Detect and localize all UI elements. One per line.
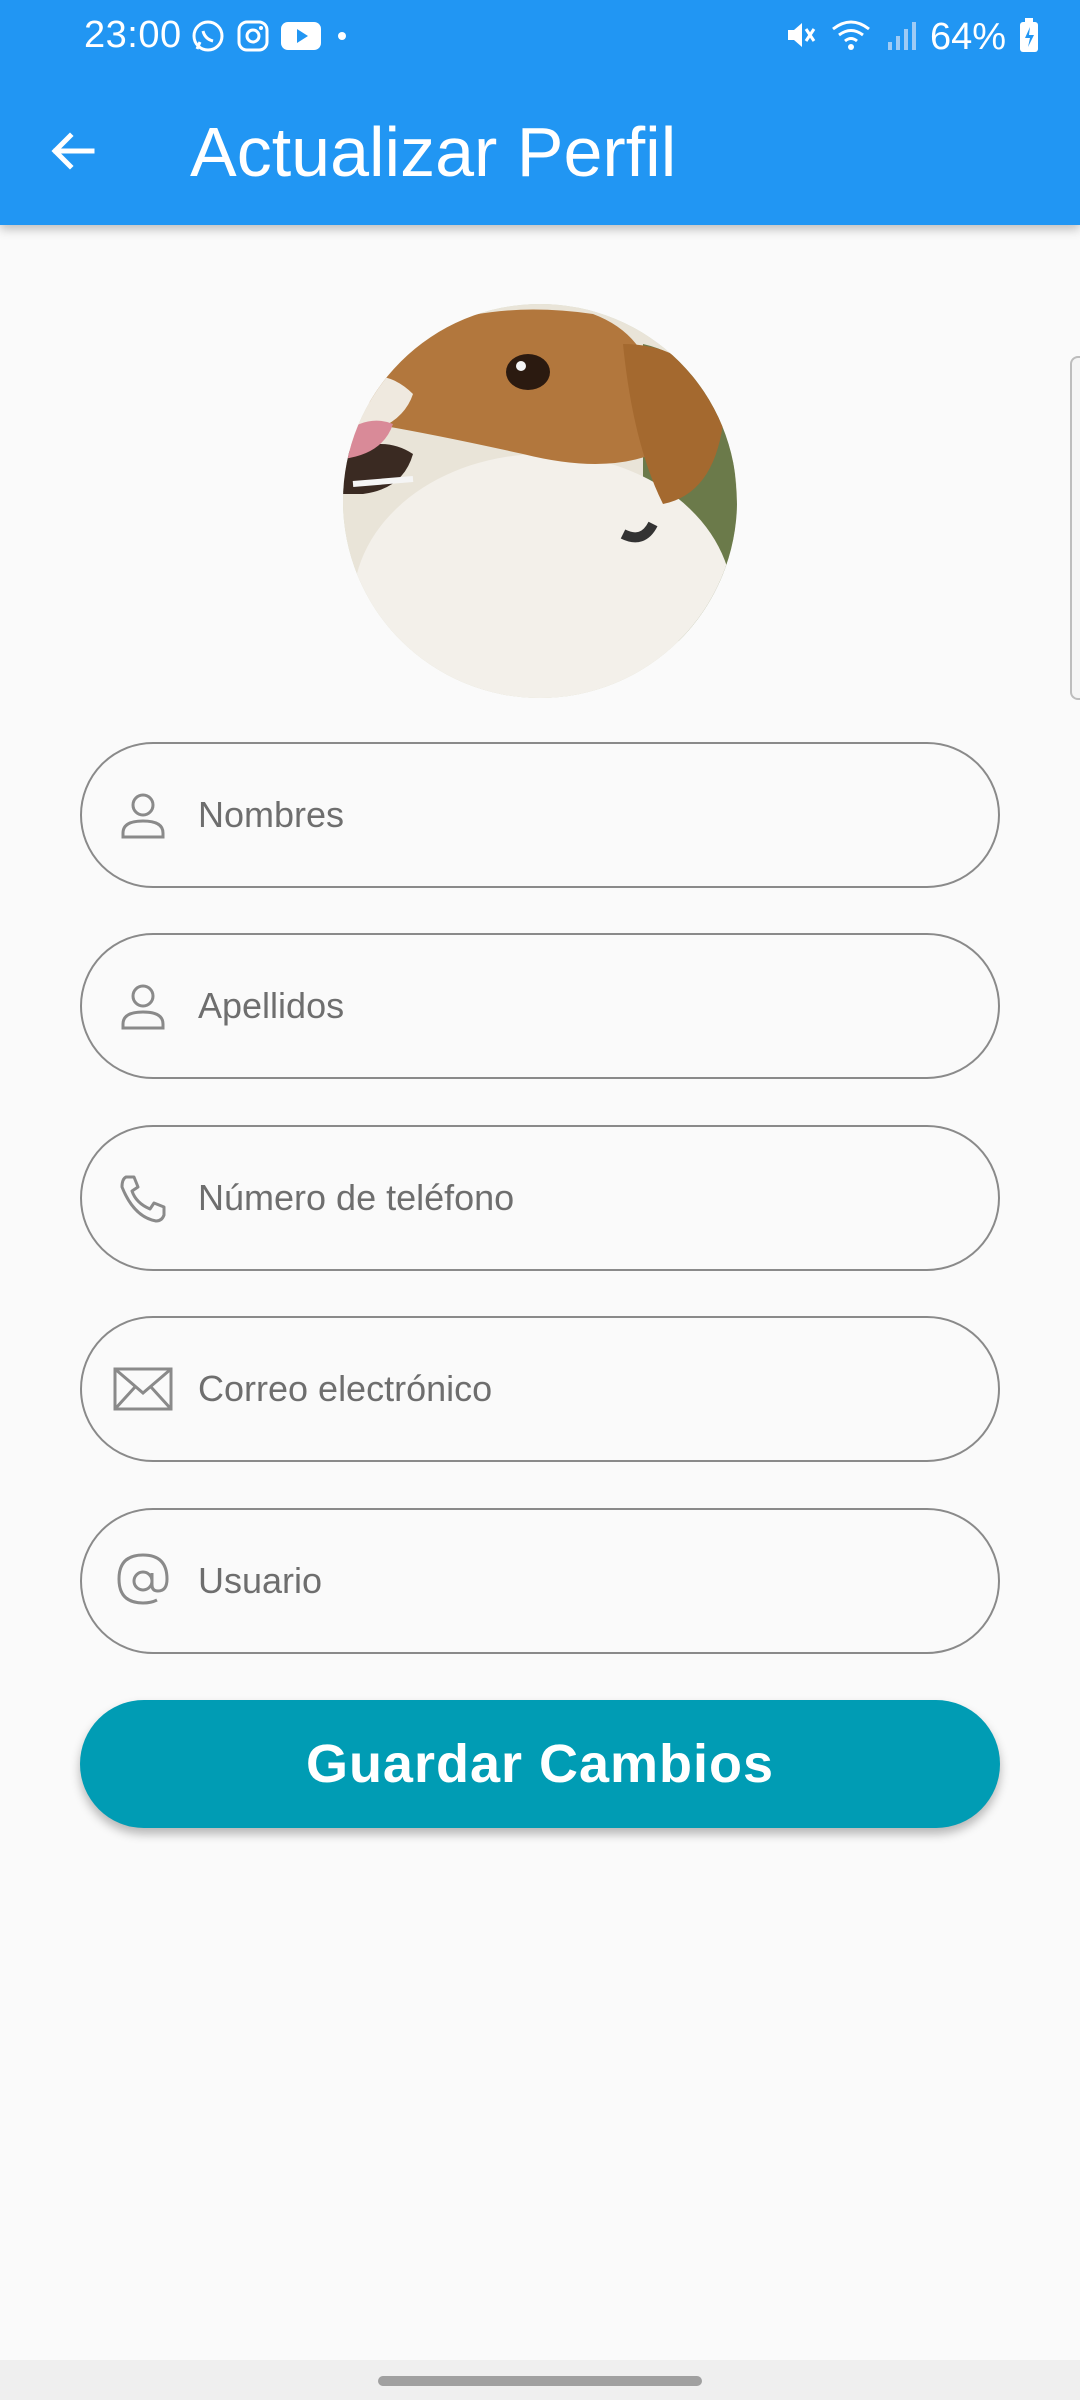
battery-icon (1018, 17, 1040, 58)
dot-icon (332, 26, 352, 51)
dog-photo (343, 304, 737, 698)
apellidos-input[interactable] (196, 984, 960, 1028)
scroll-indicator[interactable] (1070, 356, 1080, 700)
correo-field[interactable] (80, 1316, 1000, 1462)
telefono-field[interactable] (80, 1125, 1000, 1271)
instagram-icon (236, 19, 270, 58)
mute-icon (782, 17, 818, 58)
signal-icon (884, 18, 918, 57)
status-right-icons: 64% (782, 16, 1040, 59)
usuario-field[interactable] (80, 1508, 1000, 1654)
page-title: Actualizar Perfil (190, 113, 677, 191)
at-icon (112, 1550, 174, 1612)
back-button[interactable] (38, 116, 108, 186)
phone-icon (112, 1167, 174, 1229)
person-icon (112, 784, 174, 846)
mail-icon (112, 1358, 174, 1420)
whatsapp-icon (190, 18, 226, 59)
apellidos-field[interactable] (80, 933, 1000, 1079)
home-indicator[interactable] (378, 2376, 702, 2386)
status-time: 23:00 (84, 14, 182, 56)
profile-avatar[interactable] (343, 304, 737, 698)
system-nav-bar (0, 2360, 1080, 2400)
status-left-icons (190, 18, 352, 59)
wifi-icon (830, 17, 872, 58)
nombres-field[interactable] (80, 742, 1000, 888)
correo-input[interactable] (196, 1367, 960, 1411)
nombres-input[interactable] (196, 793, 960, 837)
youtube-icon (280, 21, 322, 56)
toolbar: Actualizar Perfil (0, 78, 1080, 225)
app-bar: 23:00 64% Actualizar Perfil (0, 0, 1080, 225)
save-changes-button[interactable]: Guardar Cambios (80, 1700, 1000, 1828)
arrow-back-icon (51, 132, 95, 170)
status-bar: 23:00 64% (0, 0, 1080, 78)
telefono-input[interactable] (196, 1176, 960, 1220)
battery-percent: 64% (929, 16, 1006, 58)
person-icon (112, 975, 174, 1037)
usuario-input[interactable] (196, 1559, 960, 1603)
